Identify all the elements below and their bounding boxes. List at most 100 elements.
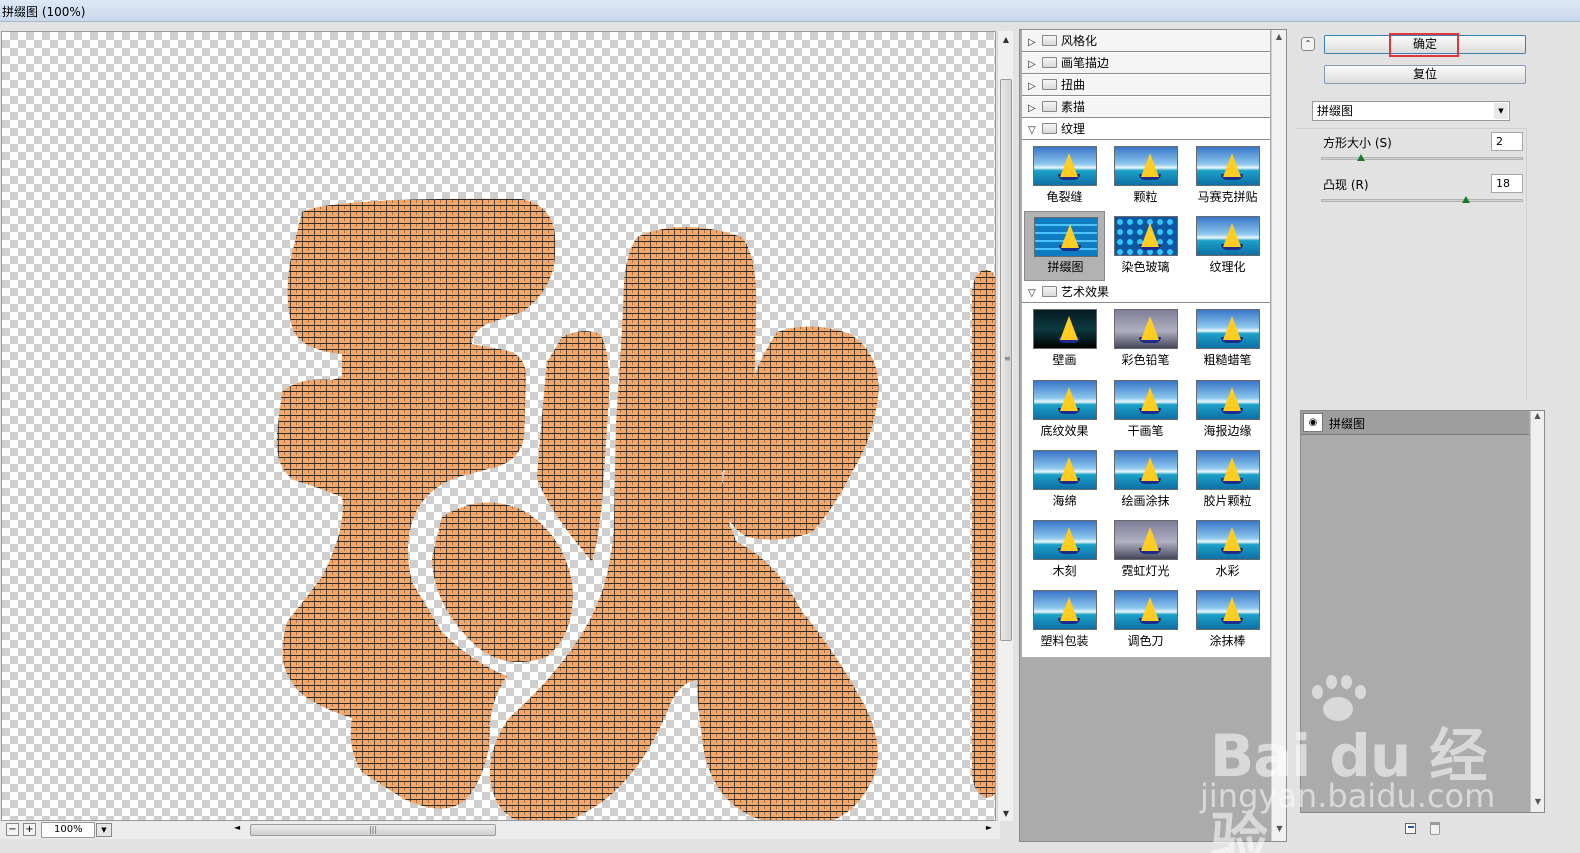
scroll-up-icon[interactable]: ▲ <box>1531 411 1544 420</box>
scroll-up-icon[interactable]: ▲ <box>998 33 1014 47</box>
thumbnail-image <box>1114 590 1178 630</box>
thumbnail-image <box>1033 520 1097 560</box>
chevron-down-icon[interactable]: ▼ <box>1494 103 1508 119</box>
reset-button[interactable]: 复位 <box>1324 65 1526 84</box>
folder-icon <box>1042 286 1057 297</box>
collapse-gallery-icon[interactable]: ⌃ <box>1301 37 1315 51</box>
window-title: 拼缀图 (100%) <box>0 0 1580 22</box>
preview-horizontal-scrollbar[interactable]: ◄ ||| ► <box>234 823 994 837</box>
effect-layer-row[interactable]: ◉ 拼缀图 <box>1301 411 1529 435</box>
filter-settings-panel: ⌃ 确定 复位 拼缀图 ▼ 方形大小 (S) 2 凸现 (R) 18 ◉ 拼缀图… <box>1297 29 1580 842</box>
filter-label: 涂抹棒 <box>1209 634 1246 648</box>
filter-thumb-smudge-stick[interactable]: 涂抹棒 <box>1187 585 1268 655</box>
filter-label: 底纹效果 <box>1040 424 1089 438</box>
category-texture[interactable]: ▽ 纹理 <box>1022 119 1270 140</box>
filter-select[interactable]: 拼缀图 ▼ <box>1312 101 1510 121</box>
scroll-up-icon[interactable]: ▲ <box>1272 32 1286 41</box>
category-stylize[interactable]: ▷ 风格化 <box>1022 31 1270 52</box>
filter-thumb-stained-glass[interactable]: 染色玻璃 <box>1105 211 1186 281</box>
filter-thumb-rough-pastels[interactable]: 粗糙蜡笔 <box>1187 304 1268 374</box>
folder-icon <box>1042 101 1057 112</box>
preview-statusbar: − + 100% ▼ ◄ ||| ► <box>0 821 1000 839</box>
relief-input[interactable]: 18 <box>1491 174 1523 193</box>
filter-thumb-poster-edges[interactable]: 海报边缘 <box>1187 375 1268 445</box>
square-size-label: 方形大小 (S) <box>1323 136 1392 150</box>
preview-artwork <box>276 198 995 820</box>
filter-parameters: 方形大小 (S) 2 凸现 (R) 18 <box>1297 128 1527 400</box>
expand-arrow-icon[interactable]: ▷ <box>1028 33 1040 53</box>
square-size-input[interactable]: 2 <box>1491 132 1523 151</box>
folder-icon <box>1042 79 1057 90</box>
scroll-left-icon[interactable]: ◄ <box>234 823 240 832</box>
layer-name: 拼缀图 <box>1329 417 1366 431</box>
thumbnail-image <box>1196 309 1260 349</box>
thumbnail-image <box>1114 380 1178 420</box>
filter-label: 塑料包装 <box>1040 634 1089 648</box>
thumbnail-image <box>1114 216 1178 256</box>
filter-thumb-grain[interactable]: 颗粒 <box>1105 141 1186 211</box>
filter-thumb-film-grain[interactable]: 胶片颗粒 <box>1187 445 1268 515</box>
scrollbar-thumb[interactable]: ≡ <box>1000 79 1012 641</box>
trash-icon[interactable] <box>1430 822 1440 835</box>
filter-thumb-texturizer[interactable]: 纹理化 <box>1187 211 1268 281</box>
collapse-arrow-icon[interactable]: ▽ <box>1028 121 1040 141</box>
collapse-arrow-icon[interactable]: ▽ <box>1028 284 1040 304</box>
expand-arrow-icon[interactable]: ▷ <box>1028 55 1040 75</box>
scroll-down-icon[interactable]: ▼ <box>1272 824 1286 833</box>
eye-icon[interactable]: ◉ <box>1303 413 1323 432</box>
expand-arrow-icon[interactable]: ▷ <box>1028 99 1040 119</box>
thumbnail-image <box>1196 450 1260 490</box>
zoom-in-button[interactable]: + <box>23 823 36 836</box>
filter-thumb-plastic-wrap[interactable]: 塑料包装 <box>1024 585 1105 655</box>
filter-label: 木刻 <box>1052 564 1077 578</box>
filter-label: 海绵 <box>1052 494 1077 508</box>
relief-slider[interactable] <box>1321 199 1523 202</box>
filter-label: 海报边缘 <box>1203 424 1252 438</box>
thumbnail-image <box>1196 380 1260 420</box>
category-label: 素描 <box>1061 100 1086 114</box>
zoom-level-field[interactable]: 100% <box>41 822 95 838</box>
filter-thumb-fresco[interactable]: 壁画 <box>1024 304 1105 374</box>
filter-thumb-sponge[interactable]: 海绵 <box>1024 445 1105 515</box>
zoom-out-button[interactable]: − <box>6 823 19 836</box>
new-layer-icon[interactable] <box>1405 823 1416 834</box>
preview-vertical-scrollbar[interactable]: ▲ ≡ ▼ <box>997 31 1013 821</box>
filter-thumb-cutout[interactable]: 木刻 <box>1024 515 1105 585</box>
filter-label: 彩色铅笔 <box>1121 353 1170 367</box>
layers-scrollbar[interactable]: ▲ ▼ <box>1530 411 1544 812</box>
slider-handle-icon[interactable] <box>1357 154 1366 161</box>
expand-arrow-icon[interactable]: ▷ <box>1028 77 1040 97</box>
slider-handle-icon[interactable] <box>1462 196 1471 203</box>
thumbnail-image <box>1114 146 1178 186</box>
filter-thumb-paint-daubs[interactable]: 绘画涂抹 <box>1105 445 1186 515</box>
filter-select-value: 拼缀图 <box>1317 104 1354 118</box>
filter-thumb-craquelure[interactable]: 龟裂缝 <box>1024 141 1105 211</box>
scroll-down-icon[interactable]: ▼ <box>1531 797 1545 806</box>
thumbnail-image <box>1033 380 1097 420</box>
category-label: 画笔描边 <box>1061 56 1110 70</box>
filter-thumb-mosaic-tiles[interactable]: 马赛克拼贴 <box>1187 141 1268 211</box>
filter-thumb-colored-pencil[interactable]: 彩色铅笔 <box>1105 304 1186 374</box>
filter-thumb-palette-knife[interactable]: 调色刀 <box>1105 585 1186 655</box>
filter-label: 绘画涂抹 <box>1121 494 1170 508</box>
filter-gallery: ▷ 风格化 ▷ 画笔描边 ▷ 扭曲 ▷ 素描 ▽ 纹理 龟裂缝 颗粒 马赛克拼贴 拼缀图 … <box>1019 29 1287 842</box>
thumbnail-image <box>1196 590 1260 630</box>
filter-thumb-patchwork[interactable]: 拼缀图 <box>1024 211 1105 281</box>
zoom-dropdown-icon[interactable]: ▼ <box>96 823 112 837</box>
filter-label: 粗糙蜡笔 <box>1203 353 1252 367</box>
square-size-slider[interactable] <box>1321 157 1523 160</box>
filter-thumb-dry-brush[interactable]: 干画笔 <box>1105 375 1186 445</box>
filter-thumb-watercolor[interactable]: 水彩 <box>1187 515 1268 585</box>
scroll-right-icon[interactable]: ► <box>986 823 992 832</box>
scrollbar-thumb[interactable]: ||| <box>250 824 496 836</box>
category-label: 风格化 <box>1061 34 1098 48</box>
category-distort[interactable]: ▷ 扭曲 <box>1022 75 1270 96</box>
filter-preview-canvas[interactable] <box>1 31 996 821</box>
gallery-scrollbar[interactable]: ▲ ▼ <box>1271 30 1286 841</box>
filter-thumb-underpainting[interactable]: 底纹效果 <box>1024 375 1105 445</box>
filter-thumb-neon-glow[interactable]: 霓虹灯光 <box>1105 515 1186 585</box>
category-brush-strokes[interactable]: ▷ 画笔描边 <box>1022 53 1270 74</box>
scroll-down-icon[interactable]: ▼ <box>998 807 1014 821</box>
category-sketch[interactable]: ▷ 素描 <box>1022 97 1270 118</box>
category-artistic[interactable]: ▽ 艺术效果 <box>1022 282 1270 303</box>
